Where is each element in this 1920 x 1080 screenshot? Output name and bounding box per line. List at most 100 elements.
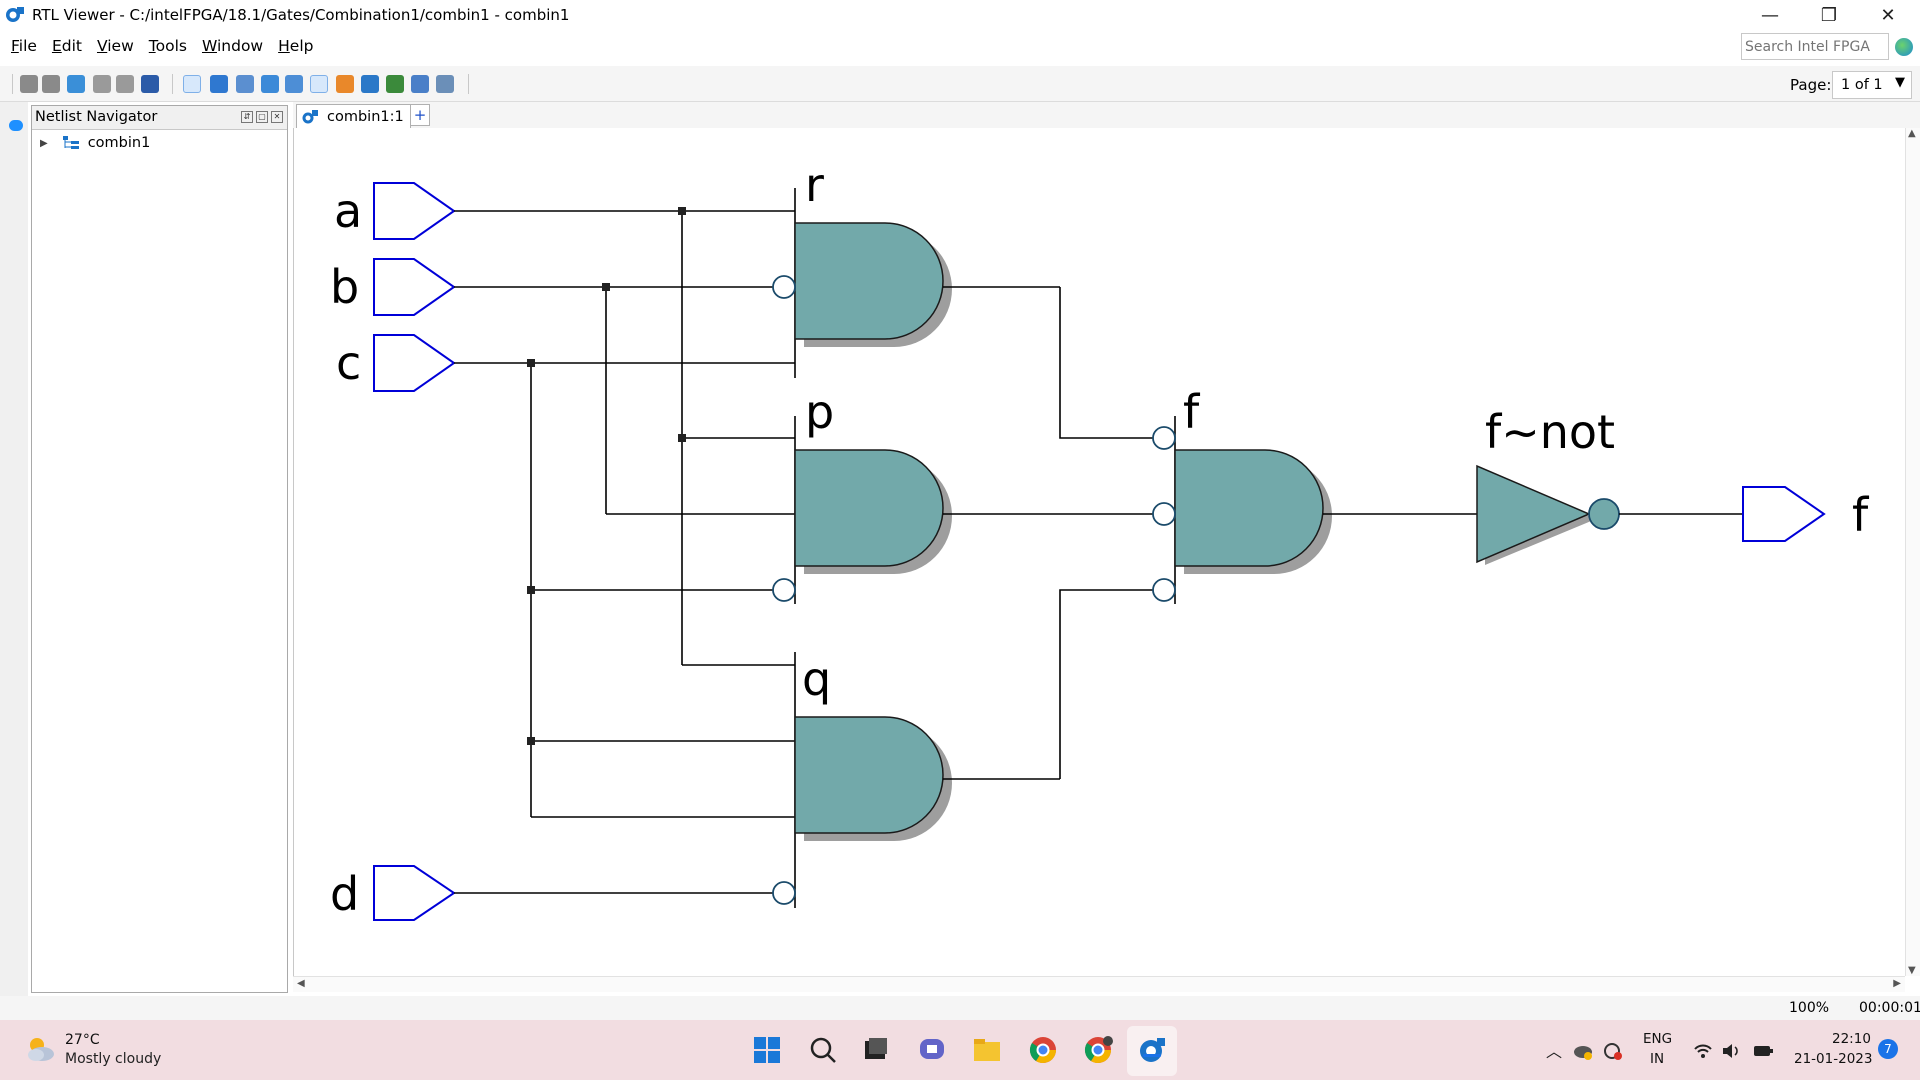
gate-label-f: f — [1183, 385, 1201, 439]
active-app-indicator — [1143, 1054, 1161, 1057]
sync-icon[interactable] — [1601, 1040, 1623, 1062]
minimize-button[interactable]: — — [1744, 0, 1796, 30]
scroll-up-icon[interactable]: ▲ — [1908, 128, 1916, 139]
status-bar: 100% 00:00:01 — [0, 996, 1920, 1020]
cloudy-weather-icon[interactable] — [24, 1034, 56, 1064]
volume-icon[interactable] — [1720, 1040, 1742, 1062]
chrome-icon[interactable] — [1028, 1035, 1058, 1065]
output-port-f[interactable] — [1742, 486, 1826, 542]
search-icon[interactable] — [808, 1035, 838, 1065]
teams-icon[interactable] — [917, 1035, 947, 1065]
zoom-level: 100% — [1789, 1000, 1830, 1016]
and-gate-r[interactable] — [772, 188, 1060, 378]
and-gate-p[interactable] — [772, 416, 1164, 604]
expand-icon[interactable] — [116, 75, 134, 93]
window-title: RTL Viewer - C:/intelFPGA/18.1/Gates/Com… — [32, 6, 570, 24]
netlist-navigator-panel: Netlist Navigator ⇵ ▢ ✕ ▶ combin1 — [31, 105, 288, 993]
scroll-left-icon[interactable]: ◀ — [297, 978, 305, 989]
refresh-icon[interactable] — [67, 75, 85, 93]
document-tab-bar: combin1:1 + — [293, 102, 1920, 128]
navigator-header: Netlist Navigator ⇵ ▢ ✕ — [32, 106, 287, 130]
input-label-d: d — [330, 867, 359, 921]
vertical-scrollbar[interactable]: ▲ ▼ — [1905, 128, 1920, 976]
menu-view[interactable]: View — [97, 37, 134, 55]
page-select[interactable]: 1 of 1 ▼ — [1832, 71, 1912, 99]
input-port-d[interactable] — [373, 865, 456, 921]
output-label-f: f — [1852, 488, 1870, 542]
fit-icon[interactable] — [236, 75, 254, 93]
language-indicator[interactable]: ENG — [1643, 1031, 1672, 1047]
elapsed-time: 00:00:01 — [1859, 1000, 1920, 1016]
and-gate-f[interactable] — [1152, 416, 1477, 604]
page-icon[interactable] — [436, 75, 454, 93]
region-indicator[interactable]: IN — [1650, 1051, 1664, 1067]
menu-file[interactable]: File — [11, 37, 37, 55]
battery-icon[interactable] — [1752, 1040, 1774, 1062]
file-explorer-icon[interactable] — [972, 1035, 1002, 1065]
chat-icon[interactable] — [9, 120, 23, 131]
clock-time[interactable]: 22:10 — [1832, 1031, 1871, 1047]
globe-icon[interactable] — [1895, 38, 1913, 56]
color-icon[interactable] — [336, 75, 354, 93]
menu-tools[interactable]: Tools — [149, 37, 187, 55]
forward-icon[interactable] — [42, 75, 60, 93]
collapse-icon[interactable] — [93, 75, 111, 93]
zoom-icon[interactable] — [210, 75, 228, 93]
scroll-right-icon[interactable]: ▶ — [1893, 978, 1901, 989]
restore-button[interactable]: ❐ — [1803, 0, 1855, 30]
hierarchy-icon[interactable] — [310, 75, 328, 93]
expand-arrow-icon[interactable]: ▶ — [40, 138, 48, 149]
page-select-value: 1 of 1 — [1841, 77, 1883, 93]
toolbar — [0, 66, 1920, 102]
menu-bar: File Edit View Tools Window Help — [0, 30, 1920, 62]
back-icon[interactable] — [20, 75, 38, 93]
close-button[interactable]: ✕ — [1862, 0, 1914, 30]
bus-icon[interactable] — [285, 75, 303, 93]
add-tab-button[interactable]: + — [410, 104, 430, 126]
input-label-a: a — [334, 184, 362, 238]
input-port-c[interactable] — [373, 334, 456, 392]
notification-badge[interactable]: 7 — [1878, 1039, 1898, 1059]
scroll-down-icon[interactable]: ▼ — [1908, 965, 1916, 976]
horizontal-scrollbar[interactable]: ◀ ▶ — [293, 976, 1905, 992]
clock-date[interactable]: 21-01-2023 — [1794, 1051, 1872, 1067]
chrome-profile-icon[interactable] — [1083, 1035, 1113, 1065]
start-icon[interactable] — [752, 1035, 782, 1065]
hand-icon[interactable] — [261, 75, 279, 93]
schematic-canvas[interactable]: .w { stroke: #000; stroke-width: 1.6; fi… — [293, 128, 1905, 976]
inverter-bubble — [1588, 498, 1620, 530]
tree-item-label: combin1 — [87, 135, 151, 151]
menu-window[interactable]: Window — [202, 37, 263, 55]
tab-combin1[interactable]: combin1:1 — [296, 104, 411, 128]
find-icon[interactable] — [141, 75, 159, 93]
schematic-diagram: .w { stroke: #000; stroke-width: 1.6; fi… — [330, 158, 1870, 921]
toolbar-separator — [468, 74, 469, 94]
select-icon[interactable] — [183, 75, 201, 93]
tray-overflow-icon[interactable]: ︿ — [1546, 1038, 1562, 1062]
pin-icon[interactable]: ⇵ — [241, 111, 253, 123]
onedrive-icon[interactable] — [1572, 1040, 1594, 1062]
close-panel-icon[interactable]: ✕ — [271, 111, 283, 123]
hierarchy-tree-icon — [62, 136, 79, 149]
float-icon[interactable]: ▢ — [256, 111, 268, 123]
weather-temperature[interactable]: 27°C — [65, 1032, 100, 1048]
weather-description[interactable]: Mostly cloudy — [65, 1051, 161, 1067]
input-wires — [454, 210, 795, 894]
export-icon[interactable] — [411, 75, 429, 93]
task-view-icon[interactable] — [861, 1035, 891, 1065]
menu-edit[interactable]: Edit — [52, 37, 82, 55]
wifi-icon[interactable] — [1692, 1040, 1714, 1062]
gate-label-p: p — [805, 385, 834, 439]
input-port-b[interactable] — [373, 258, 456, 316]
tree-item-combin1[interactable]: ▶ combin1 — [40, 132, 150, 154]
menu-help[interactable]: Help — [278, 37, 313, 55]
settings-icon[interactable] — [361, 75, 379, 93]
filter-icon[interactable] — [386, 75, 404, 93]
not-gate-label: f~not — [1485, 405, 1615, 459]
search-input[interactable] — [1741, 33, 1889, 60]
quartus-rtl-icon[interactable] — [1137, 1035, 1167, 1065]
page-label: Page: — [1790, 76, 1832, 94]
input-port-a[interactable] — [373, 182, 456, 240]
not-gate[interactable] — [1476, 464, 1743, 565]
title-bar: RTL Viewer - C:/intelFPGA/18.1/Gates/Com… — [0, 0, 1920, 30]
